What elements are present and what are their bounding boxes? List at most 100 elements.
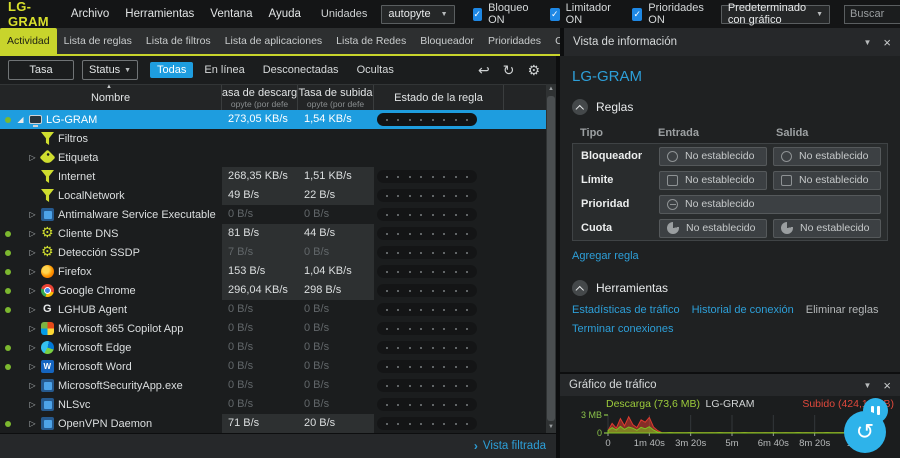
chevron-up-circle-icon[interactable] xyxy=(572,99,588,115)
scrollbar-thumb[interactable] xyxy=(547,96,555,421)
online-indicator xyxy=(5,249,11,256)
expander-icon[interactable]: ▷ xyxy=(26,381,39,390)
rule-not-set-button[interactable]: No establecido xyxy=(659,218,767,238)
tab-cuotas[interactable]: Cuotas xyxy=(548,28,560,54)
table-row[interactable]: ▷ OpenVPN Daemon 71 B/s 20 B/s xyxy=(0,414,556,433)
undo-icon[interactable]: ↩ xyxy=(478,63,490,77)
tab-lista-de-redes[interactable]: Lista de Redes xyxy=(329,28,413,54)
expander-icon[interactable]: ▷ xyxy=(26,343,39,352)
collapse-panel-icon[interactable]: ▼ xyxy=(863,381,871,390)
toolbar-icons: ↩ ↻ ⚙ xyxy=(478,63,548,77)
expander-icon[interactable]: ▷ xyxy=(26,267,39,276)
table-row[interactable]: ▷ Cliente DNS 81 B/s44 B/s xyxy=(0,224,556,243)
tool-link-estadísticas-de-tráfico[interactable]: Estadísticas de tráfico xyxy=(572,304,680,316)
expander-icon[interactable]: ▷ xyxy=(26,210,39,219)
table-row[interactable]: LocalNetwork 49 B/s 22 B/s xyxy=(0,186,556,205)
table-row[interactable]: ▷ Microsoft 365 Copilot App 0 B/s 0 B/s xyxy=(0,319,556,338)
table-row[interactable]: ▷ LGHUB Agent 0 B/s 0 B/s xyxy=(0,300,556,319)
table-row[interactable]: Filtros xyxy=(0,129,556,148)
tab-bloqueador[interactable]: Bloqueador xyxy=(413,28,481,54)
table-row[interactable]: ▷ Google Chrome 296,04 KB/s 298 B/s xyxy=(0,281,556,300)
close-panel-icon[interactable]: × xyxy=(883,378,891,393)
tool-link-terminar-conexiones[interactable]: Terminar conexiones xyxy=(572,323,674,335)
rule-not-set-button[interactable]: No establecido xyxy=(773,146,881,166)
refresh-icon[interactable]: ↻ xyxy=(503,63,515,77)
row-name-cell: ▷ Google Chrome xyxy=(0,281,222,300)
reset-zoom-button[interactable]: ↺ xyxy=(844,411,886,453)
circle-icon xyxy=(667,150,678,162)
rule-not-set-button[interactable]: No establecido xyxy=(659,146,767,166)
expander-icon[interactable]: ▷ xyxy=(26,305,39,314)
table-row[interactable]: ▷ Microsoft Word 0 B/s 0 B/s xyxy=(0,357,556,376)
table-row[interactable]: ▷ Etiqueta xyxy=(0,148,556,167)
rule-state-dots xyxy=(377,189,477,202)
rule-not-set-button[interactable]: No establecido xyxy=(773,170,881,190)
filter-ocultas[interactable]: Ocultas xyxy=(350,62,401,78)
checkbox-checked-icon[interactable]: ✓ xyxy=(549,7,560,21)
toggle-bloqueo-on[interactable]: ✓ Bloqueo ON xyxy=(472,2,532,26)
rules-section-header[interactable]: Reglas xyxy=(572,99,888,115)
menu-ventana[interactable]: Ventana xyxy=(210,8,252,20)
expander-icon[interactable]: ◢ xyxy=(14,115,27,124)
expander-icon[interactable]: ▷ xyxy=(26,153,39,162)
menu-archivo[interactable]: Archivo xyxy=(71,8,109,20)
scroll-down-icon[interactable]: ▼ xyxy=(548,422,554,433)
tab-actividad[interactable]: Actividad xyxy=(0,28,57,54)
table-row[interactable]: ▷ Microsoft Edge 0 B/s 0 B/s xyxy=(0,338,556,357)
table-row[interactable]: ▷ MicrosoftSecurityApp.exe 0 B/s 0 B/s xyxy=(0,376,556,395)
toggle-limitador-on[interactable]: ✓ Limitador ON xyxy=(549,2,614,26)
row-label: OpenVPN Daemon xyxy=(58,417,153,430)
toggle-prioridades-on[interactable]: ✓ Prioridades ON xyxy=(632,2,707,26)
download-rate: 0 B/s xyxy=(228,379,254,391)
search-input[interactable] xyxy=(844,4,900,24)
gear-icon[interactable]: ⚙ xyxy=(527,63,540,77)
table-row[interactable]: Internet 268,35 KB/s 1,51 KB/s xyxy=(0,167,556,186)
filter-todas[interactable]: Todas xyxy=(150,62,194,78)
rule-not-set-button[interactable]: No establecido xyxy=(659,170,767,190)
checkbox-checked-icon[interactable]: ✓ xyxy=(632,7,643,21)
tool-link-historial-de-conexión[interactable]: Historial de conexión xyxy=(692,304,794,316)
checkbox-checked-icon[interactable]: ✓ xyxy=(472,7,483,21)
row-label: NLSvc xyxy=(58,398,91,411)
chevron-up-circle-icon[interactable] xyxy=(572,280,588,296)
column-rule-state[interactable]: Estado de la regla xyxy=(374,85,504,110)
filtered-view-link[interactable]: Vista filtrada xyxy=(483,440,546,452)
tab-prioridades[interactable]: Prioridades xyxy=(481,28,548,54)
expander-icon[interactable]: ▷ xyxy=(26,286,39,295)
vertical-scrollbar[interactable]: ▲ ▼ xyxy=(546,84,556,433)
add-rule-link[interactable]: Agregar regla xyxy=(572,250,639,262)
table-row[interactable]: ▷ NLSvc 0 B/s 0 B/s xyxy=(0,395,556,414)
close-panel-icon[interactable]: × xyxy=(883,35,891,50)
filter-desconectadas[interactable]: Desconectadas xyxy=(256,62,346,78)
tab-lista-de-reglas[interactable]: Lista de reglas xyxy=(57,28,139,54)
tab-lista-de-filtros[interactable]: Lista de filtros xyxy=(139,28,218,54)
expander-icon[interactable]: ▷ xyxy=(26,400,39,409)
tools-section-header[interactable]: Herramientas xyxy=(572,280,888,296)
filter-en-línea[interactable]: En línea xyxy=(197,62,251,78)
column-upload-rate[interactable]: Tasa de subida opyte (por defe xyxy=(298,85,374,110)
rule-buttons: No establecido No establecido xyxy=(659,218,881,238)
expander-icon[interactable]: ▷ xyxy=(26,248,39,257)
rate-button[interactable]: Tasa xyxy=(8,60,74,80)
collapse-panel-icon[interactable]: ▼ xyxy=(863,38,871,47)
expander-icon[interactable]: ▷ xyxy=(26,229,39,238)
expander-icon[interactable]: ▷ xyxy=(26,419,39,428)
expander-icon[interactable]: ▷ xyxy=(26,362,39,371)
scroll-up-icon[interactable]: ▲ xyxy=(548,84,554,95)
table-row[interactable]: ▷ Antimalware Service Executable 0 B/s 0 B/… xyxy=(0,205,556,224)
download-rate: 81 B/s xyxy=(222,224,298,243)
rule-not-set-button[interactable]: No establecido xyxy=(773,218,881,238)
units-select[interactable]: autopyte ▼ xyxy=(381,4,455,24)
table-row[interactable]: ▷ Detección SSDP 7 B/s0 B/s xyxy=(0,243,556,262)
rule-state-dots xyxy=(377,170,477,183)
expander-icon[interactable]: ▷ xyxy=(26,324,39,333)
table-row[interactable]: ◢ LG-GRAM 273,05 KB/s 1,54 KB/s xyxy=(0,110,556,129)
tab-lista-de-aplicaciones[interactable]: Lista de aplicaciones xyxy=(218,28,329,54)
menu-herramientas[interactable]: Herramientas xyxy=(125,8,194,20)
table-row[interactable]: ▷ Firefox 153 B/s 1,04 KB/s xyxy=(0,262,556,281)
column-download-rate[interactable]: asa de descarg opyte (por defe xyxy=(222,85,298,110)
status-dropdown[interactable]: Status ▼ xyxy=(82,60,138,80)
menu-ayuda[interactable]: Ayuda xyxy=(269,8,301,20)
rule-not-set-button[interactable]: No establecido xyxy=(659,194,881,214)
layout-select[interactable]: Predeterminado con gráfico ▼ xyxy=(720,2,831,26)
